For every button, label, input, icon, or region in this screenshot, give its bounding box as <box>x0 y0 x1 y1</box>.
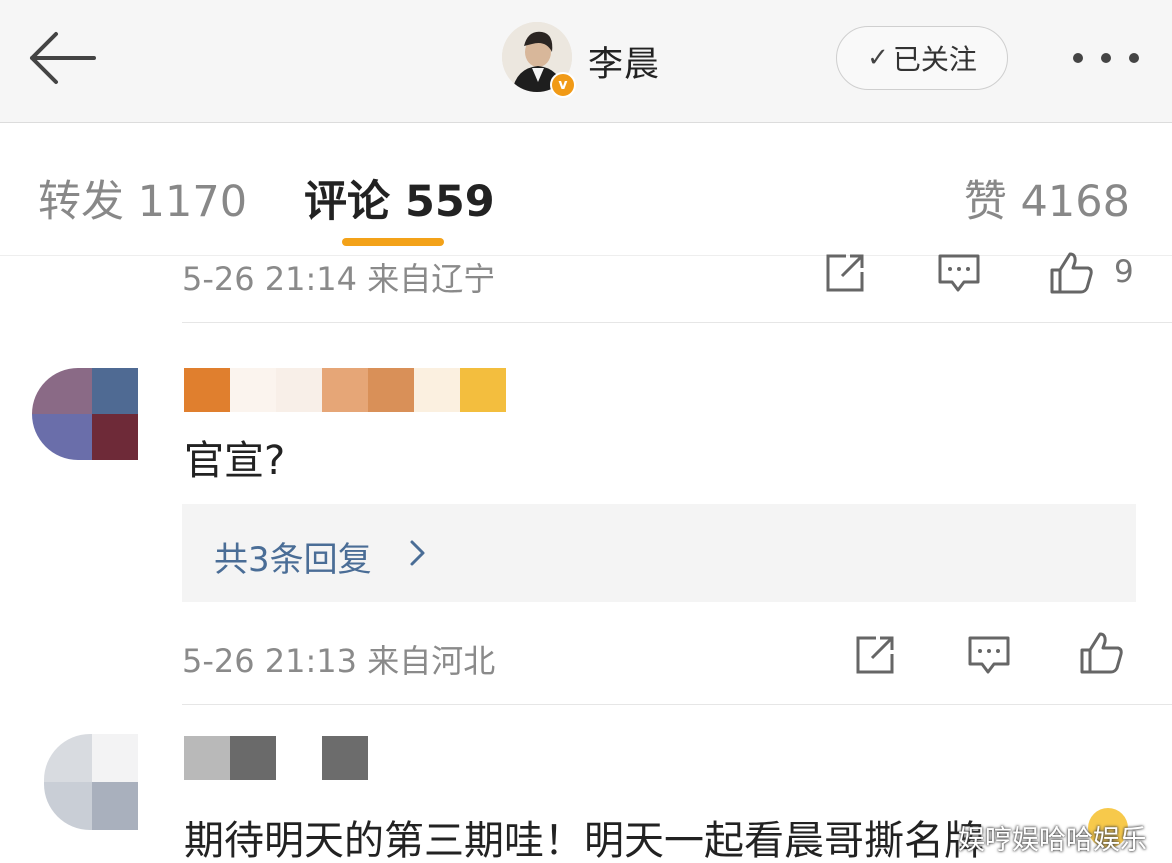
more-dots-icon <box>1073 53 1139 63</box>
verified-badge: v <box>550 72 576 98</box>
like-button[interactable] <box>1048 250 1094 300</box>
commenter-avatar[interactable] <box>32 368 138 460</box>
active-tab-indicator <box>342 238 444 246</box>
name-mosaic <box>184 736 368 780</box>
tab-likes[interactable]: 赞 4168 <box>964 167 1130 229</box>
like-button[interactable] <box>1078 630 1124 680</box>
back-button[interactable] <box>22 28 102 88</box>
comment-button[interactable] <box>966 632 1012 682</box>
weibo-post-comments-page: v 李晨 ✓ 已关注 转发 1170 评论 559 赞 4168 5-26 21… <box>0 0 1172 863</box>
reply-summary[interactable]: 共3条回复 <box>182 504 1136 602</box>
check-icon: ✓ <box>867 43 889 73</box>
avatar-mosaic <box>32 368 138 460</box>
comment-icon <box>938 254 980 292</box>
comment-meta: 5-26 21:14 来自辽宁 <box>182 260 496 298</box>
comment-meta: 5-26 21:13 来自河北 <box>182 642 496 680</box>
comment-button[interactable] <box>936 250 982 300</box>
comment-divider <box>182 322 1172 323</box>
back-arrow-icon <box>30 32 96 84</box>
avatar-mosaic <box>44 734 138 830</box>
comment-text: 期待明天的第三期哇！明天一起看晨哥撕名牌 <box>184 818 984 863</box>
commenter-name-obscured[interactable] <box>184 368 506 416</box>
tab-reposts[interactable]: 转发 1170 <box>38 167 247 229</box>
like-count: 9 <box>1114 254 1134 290</box>
tab-comments[interactable]: 评论 559 <box>304 167 495 229</box>
share-icon <box>826 254 864 292</box>
commenter-name-obscured[interactable] <box>184 736 370 784</box>
watermark: 娱哼娱哈哈娱乐 <box>958 825 1147 856</box>
follow-label: 已关注 <box>892 43 977 76</box>
more-button[interactable] <box>1068 48 1144 68</box>
interaction-tabs: 转发 1170 评论 559 赞 4168 <box>0 123 1172 256</box>
thumbs-up-icon <box>1080 632 1123 674</box>
comment-icon <box>968 636 1010 674</box>
follow-button[interactable]: ✓ 已关注 <box>836 26 1008 90</box>
comment-divider <box>182 704 1172 705</box>
thumbs-up-icon <box>1050 252 1093 294</box>
share-button[interactable] <box>822 250 868 300</box>
comment-text: 官宣? <box>184 438 286 484</box>
commenter-avatar[interactable] <box>44 734 138 830</box>
author-name[interactable]: 李晨 <box>588 36 660 87</box>
share-button[interactable] <box>852 632 898 682</box>
top-navigation-bar: v 李晨 ✓ 已关注 <box>0 0 1172 123</box>
chevron-right-icon <box>410 540 425 566</box>
share-icon <box>856 636 894 674</box>
view-replies-link[interactable]: 共3条回复 <box>214 532 372 581</box>
name-mosaic <box>184 368 506 412</box>
